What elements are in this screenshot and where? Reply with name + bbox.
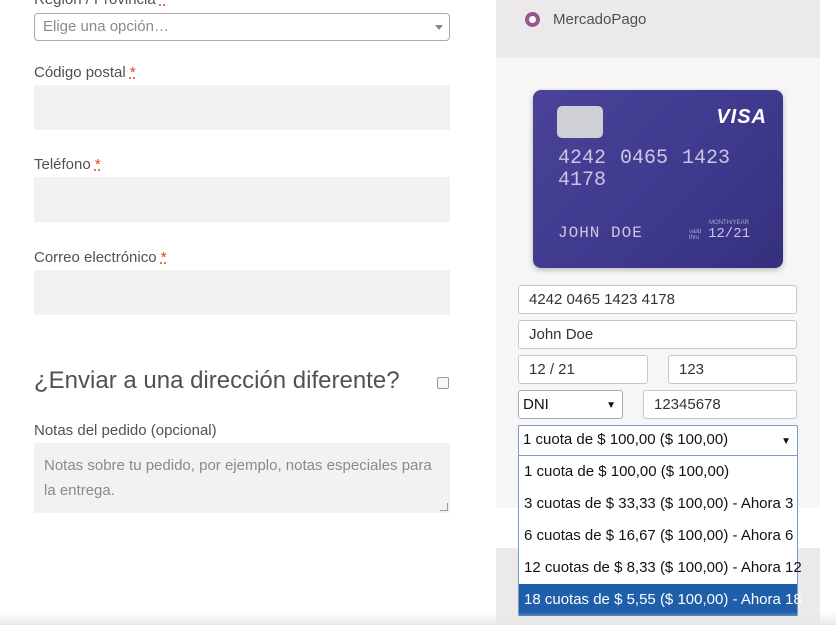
installment-option[interactable]: 1 cuota de $ 100,00 ($ 100,00) bbox=[519, 456, 797, 488]
card-preview-valid-thru-caption: valid thru bbox=[689, 229, 702, 241]
postal-code-input[interactable] bbox=[34, 85, 450, 130]
installments-selected-value: 1 cuota de $ 100,00 ($ 100,00) bbox=[523, 431, 729, 448]
visa-logo-icon: VISA bbox=[716, 106, 767, 128]
doc-number-input[interactable]: 12345678 bbox=[643, 390, 797, 419]
bottom-edge bbox=[0, 612, 836, 625]
mercadopago-radio[interactable] bbox=[525, 12, 540, 27]
doc-type-value: DNI bbox=[523, 396, 549, 413]
order-notes-placeholder: Notas sobre tu pedido, por ejemplo, nota… bbox=[44, 457, 432, 499]
region-select[interactable]: Elige una opción… bbox=[34, 13, 450, 41]
region-select-value: Elige una opción… bbox=[43, 18, 169, 35]
card-preview-holder: JOHN DOE bbox=[558, 224, 643, 242]
card-number-input[interactable]: 4242 0465 1423 4178 bbox=[518, 285, 797, 314]
chevron-down-icon: ▼ bbox=[781, 436, 791, 447]
ship-different-checkbox[interactable] bbox=[437, 377, 449, 389]
installment-option[interactable]: 6 cuotas de $ 16,67 ($ 100,00) - Ahora 6 bbox=[519, 520, 797, 552]
chevron-down-icon bbox=[435, 25, 443, 30]
card-preview-number: 4242 0465 1423 4178 bbox=[558, 147, 731, 192]
card-preview-expiry: 12/21 bbox=[708, 226, 751, 242]
credit-card-preview: VISA 4242 0465 1423 4178 JOHN DOE MONTH/… bbox=[533, 90, 783, 268]
required-mark: * bbox=[160, 0, 166, 8]
phone-input[interactable] bbox=[34, 177, 450, 222]
card-holder-input[interactable]: John Doe bbox=[518, 320, 797, 349]
installment-option[interactable]: 12 cuotas de $ 8,33 ($ 100,00) - Ahora 1… bbox=[519, 552, 802, 584]
card-chip-icon bbox=[557, 106, 603, 138]
chevron-down-icon: ▼ bbox=[606, 400, 616, 411]
email-label: Correo electrónico * bbox=[34, 249, 167, 266]
email-input[interactable] bbox=[34, 270, 450, 315]
installments-dropdown: 1 cuota de $ 100,00 ($ 100,00) 3 cuotas … bbox=[518, 456, 802, 616]
required-mark: * bbox=[129, 64, 136, 81]
order-notes-textarea[interactable]: Notas sobre tu pedido, por ejemplo, nota… bbox=[34, 443, 450, 513]
resize-grip-icon[interactable] bbox=[440, 503, 448, 511]
card-expiry-input[interactable]: 12 / 21 bbox=[518, 355, 648, 384]
region-label: Región / Provincia * bbox=[34, 0, 166, 8]
card-cvv-input[interactable]: 123 bbox=[668, 355, 797, 384]
ship-different-heading: ¿Enviar a una dirección diferente? bbox=[34, 367, 400, 394]
required-mark: * bbox=[94, 156, 101, 173]
doc-type-select[interactable]: DNI ▼ bbox=[518, 390, 623, 419]
order-notes-label: Notas del pedido (opcional) bbox=[34, 422, 217, 439]
installment-option[interactable]: 3 cuotas de $ 33,33 ($ 100,00) - Ahora 3 bbox=[519, 488, 797, 520]
payment-method-row bbox=[496, 0, 820, 58]
installments-select[interactable]: 1 cuota de $ 100,00 ($ 100,00) ▼ bbox=[518, 425, 798, 456]
required-mark: * bbox=[160, 249, 167, 266]
phone-label: Teléfono * bbox=[34, 156, 101, 173]
mercadopago-label[interactable]: MercadoPago bbox=[553, 11, 646, 28]
postal-code-label: Código postal * bbox=[34, 64, 136, 81]
